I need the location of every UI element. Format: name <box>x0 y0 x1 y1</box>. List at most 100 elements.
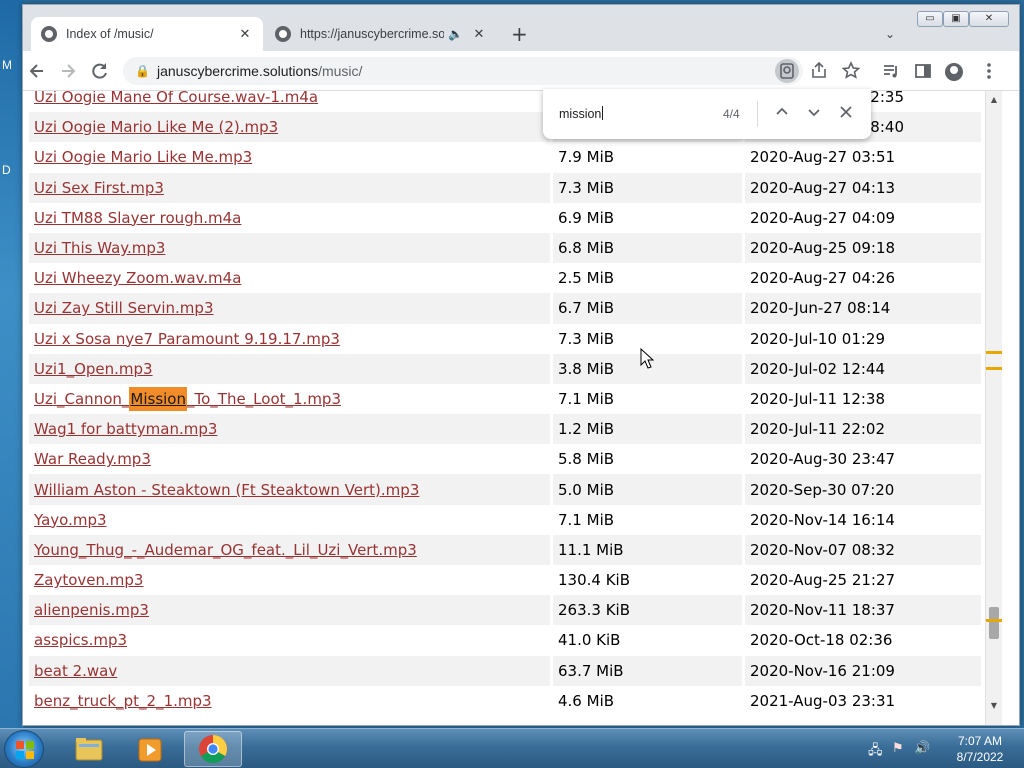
back-button[interactable] <box>26 60 48 82</box>
file-date-cell: 2020-Jul-10 01:29 <box>742 323 981 354</box>
file-date-cell: 2020-Nov-16 21:09 <box>742 655 981 686</box>
network-icon[interactable]: 🖧 <box>868 741 883 763</box>
page-content: Uzi Oogie Mane Of Course.wav-1.m4a 12:35 U… <box>23 91 983 725</box>
vertical-scrollbar[interactable]: ▲ ▼ <box>985 91 1002 725</box>
find-input[interactable]: mission <box>559 106 603 121</box>
file-link[interactable]: War Ready.mp3 <box>34 450 151 468</box>
file-size-cell: 4.6 MiB <box>550 685 742 716</box>
chrome-taskbar-button[interactable] <box>184 731 242 767</box>
media-player-taskbar-button[interactable] <box>122 731 180 767</box>
file-date-cell: 2020-Aug-30 23:47 <box>742 444 981 475</box>
file-date-cell: 2020-Nov-14 16:14 <box>742 504 981 535</box>
forward-arrow-icon <box>62 64 76 78</box>
file-name-cell: benz_truck_pt_2_1.mp3 <box>29 685 550 716</box>
file-link[interactable]: Uzi TM88 Slayer rough.m4a <box>34 209 241 227</box>
file-link[interactable]: Uzi Oogie Mane Of Course.wav-1.m4a <box>34 91 318 106</box>
forward-button[interactable] <box>57 60 79 82</box>
scroll-down-icon[interactable]: ▼ <box>986 701 1002 710</box>
file-name-cell: Uzi1_Open.mp3 <box>29 353 550 384</box>
file-link[interactable]: alienpenis.mp3 <box>34 601 149 619</box>
address-bar[interactable]: 🔒 januscybercrime.solutions/music/ <box>123 57 803 85</box>
magnifier-icon <box>780 63 794 79</box>
tab-search-button[interactable]: ⌄ <box>885 27 895 41</box>
globe-icon <box>41 26 57 42</box>
file-name-cell: Uzi Wheezy Zoom.wav.m4a <box>29 263 550 294</box>
bookmark-star-icon[interactable] <box>839 59 863 83</box>
file-link[interactable]: Uzi This Way.mp3 <box>34 239 165 257</box>
file-size-cell: 263.3 KiB <box>550 595 742 626</box>
file-link[interactable]: Uzi Oogie Mario Like Me.mp3 <box>34 148 252 166</box>
chevron-up-icon <box>776 107 788 115</box>
file-link[interactable]: Uzi_Cannon_Mission_To_The_Loot_1.mp3 <box>34 386 341 411</box>
file-date-text: 2020-Nov-11 18:37 <box>750 601 895 620</box>
file-link[interactable]: Wag1 for battyman.mp3 <box>34 420 217 438</box>
file-link[interactable]: Uzi Zay Still Servin.mp3 <box>34 299 214 317</box>
scroll-up-icon[interactable]: ▲ <box>986 95 1002 104</box>
find-divider <box>757 101 758 127</box>
file-name-cell: William Aston - Steaktown (Ft Steaktown … <box>29 474 550 505</box>
table-row: War Ready.mp3 5.8 MiB 2020-Aug-30 23:47 <box>29 444 981 475</box>
side-panel-icon[interactable] <box>911 59 935 83</box>
file-date-cell: 2020-Aug-25 21:27 <box>742 565 981 596</box>
file-link[interactable]: Uzi Oogie Mario Like Me (2).mp3 <box>34 118 278 136</box>
file-name-cell: alienpenis.mp3 <box>29 595 550 626</box>
system-clock[interactable]: 7:07 AM 8/7/2022 <box>940 733 1020 765</box>
reload-button[interactable] <box>89 60 111 82</box>
start-button[interactable] <box>4 730 44 768</box>
find-match-marker <box>986 367 1002 370</box>
table-row: Uzi1_Open.mp3 3.8 MiB 2020-Jul-02 12:44 <box>29 353 981 384</box>
file-link[interactable]: Zaytoven.mp3 <box>34 571 143 589</box>
folder-icon <box>75 738 103 761</box>
menu-kebab-icon[interactable] <box>977 59 1001 83</box>
close-icon <box>840 106 852 118</box>
tab-index-music[interactable]: Index of /music/ ✕ <box>31 17 263 51</box>
file-size-cell: 1.2 MiB <box>550 414 742 445</box>
tab-januscybercrime[interactable]: https://januscybercrime.solu 🔈 ✕ <box>265 17 497 51</box>
file-link[interactable]: Yayo.mp3 <box>34 511 107 529</box>
find-close-button[interactable] <box>833 101 859 127</box>
action-center-icon[interactable]: ⚑ <box>892 741 904 756</box>
file-name-cell: Uzi Sex First.mp3 <box>29 172 550 203</box>
file-date-cell: 2020-Aug-27 04:13 <box>742 172 981 203</box>
scroll-thumb[interactable] <box>989 607 999 639</box>
close-tab-icon[interactable]: ✕ <box>471 26 487 42</box>
speaker-icon[interactable]: 🔈 <box>448 27 463 41</box>
new-tab-button[interactable]: + <box>511 24 528 44</box>
share-icon[interactable] <box>807 59 831 83</box>
file-link[interactable]: Uzi1_Open.mp3 <box>34 360 153 378</box>
minimize-button[interactable]: ▭ <box>917 11 943 27</box>
globe-icon <box>275 26 291 42</box>
file-name-cell: War Ready.mp3 <box>29 444 550 475</box>
file-date-text: 2020-Aug-27 04:13 <box>750 178 896 197</box>
address-path: /music/ <box>318 63 363 79</box>
table-row: Uzi Wheezy Zoom.wav.m4a 2.5 MiB 2020-Aug-2… <box>29 263 981 294</box>
file-date-cell: 2020-Jul-11 22:02 <box>742 414 981 445</box>
file-link[interactable]: Uzi Sex First.mp3 <box>34 179 164 197</box>
file-link[interactable]: beat 2.wav <box>34 662 117 680</box>
mouse-cursor-icon <box>640 348 654 369</box>
file-link[interactable]: William Aston - Steaktown (Ft Steaktown … <box>34 481 419 499</box>
find-next-button[interactable] <box>801 101 827 127</box>
table-row: beat 2.wav 63.7 MiB 2020-Nov-16 21:09 <box>29 655 981 686</box>
media-control-icon[interactable] <box>879 59 903 83</box>
file-link[interactable]: Young_Thug_-_Audemar_OG_feat._Lil_Uzi_Ve… <box>34 541 417 559</box>
file-link[interactable]: asspics.mp3 <box>34 631 127 649</box>
find-in-page-icon[interactable] <box>775 59 799 83</box>
clock-time: 7:07 AM <box>957 734 1003 748</box>
file-name-part: Uzi_Cannon_ <box>34 389 130 408</box>
lock-icon[interactable]: 🔒 <box>135 57 150 85</box>
table-row: Uzi Sex First.mp3 7.3 MiB 2020-Aug-27 04:1… <box>29 172 981 203</box>
file-link[interactable]: benz_truck_pt_2_1.mp3 <box>34 692 212 710</box>
profile-avatar[interactable] <box>945 63 963 81</box>
explorer-taskbar-button[interactable] <box>60 731 118 767</box>
file-link[interactable]: Uzi Wheezy Zoom.wav.m4a <box>34 269 241 287</box>
file-name-cell: Uzi Zay Still Servin.mp3 <box>29 293 550 324</box>
volume-icon[interactable]: 🔊 <box>914 741 930 756</box>
kebab-glyph <box>987 63 991 79</box>
close-window-button[interactable]: ✕ <box>969 11 1009 27</box>
file-date-cell: 2021-Aug-03 23:31 <box>742 685 981 716</box>
maximize-button[interactable]: ▣ <box>943 11 969 27</box>
file-link[interactable]: Uzi x Sosa nye7 Paramount 9.19.17.mp3 <box>34 330 340 348</box>
find-previous-button[interactable] <box>769 101 795 127</box>
close-tab-icon[interactable]: ✕ <box>237 26 253 42</box>
